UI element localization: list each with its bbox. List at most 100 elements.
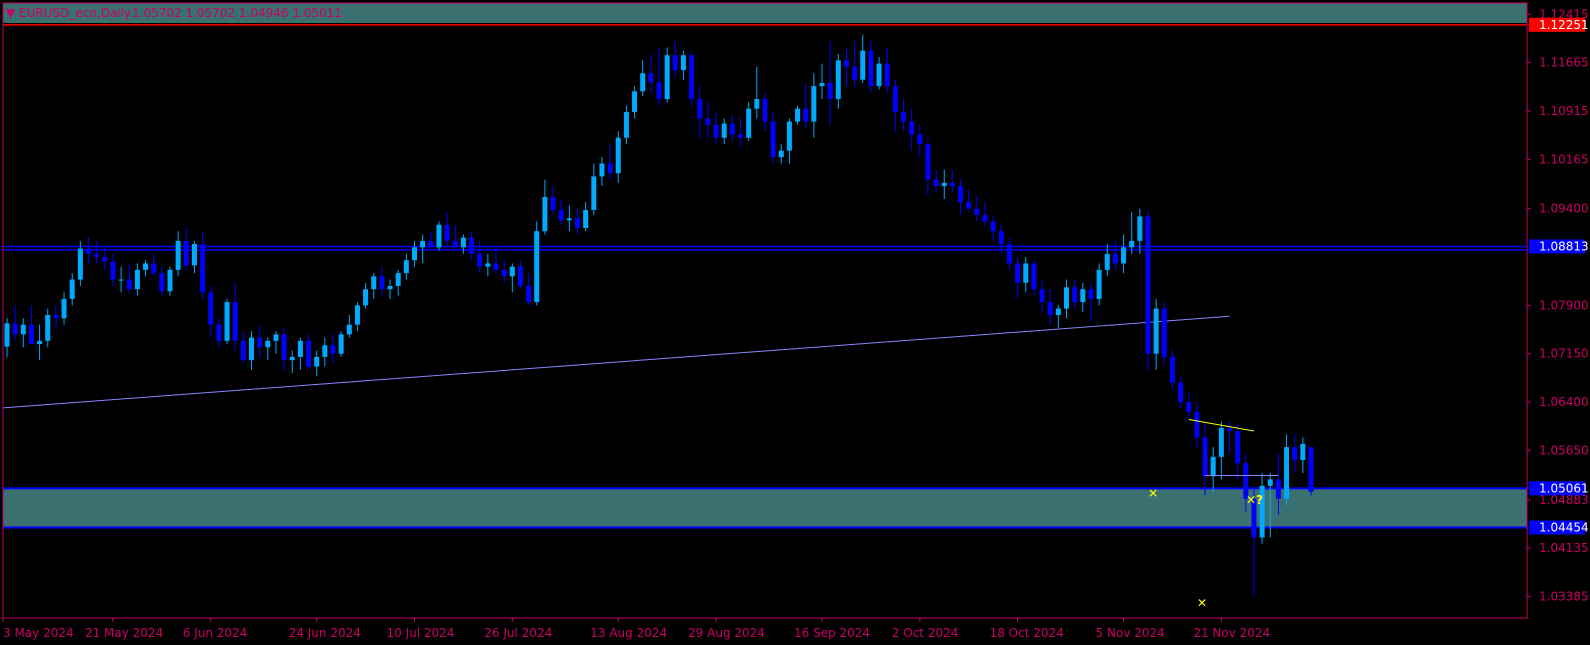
- candle: [216, 324, 222, 341]
- candle: [1055, 308, 1061, 316]
- candle: [53, 315, 59, 319]
- candle: [958, 186, 964, 203]
- candle: [566, 218, 572, 221]
- candle: [4, 323, 10, 347]
- candle: [990, 221, 996, 232]
- candle: [493, 263, 499, 270]
- candle: [1284, 447, 1290, 499]
- x-tick-label: 21 Nov 2024: [1193, 626, 1270, 640]
- candle: [45, 315, 51, 341]
- candle: [143, 263, 149, 270]
- header-arrow-icon[interactable]: ▼: [6, 6, 16, 20]
- candle: [509, 266, 515, 277]
- candle: [558, 209, 564, 221]
- y-tick-label: 1.09400: [1539, 202, 1589, 216]
- candle: [860, 50, 866, 80]
- support-zone: [3, 488, 1527, 528]
- price-chart[interactable]: ▼ EURUSD_ecn,Daily 1.05702 1.05702 1.049…: [0, 0, 1590, 645]
- candle: [909, 121, 915, 135]
- chart-marker: ✕?: [1246, 493, 1263, 507]
- candle: [1039, 289, 1045, 303]
- candle: [151, 263, 157, 274]
- candle: [28, 324, 34, 345]
- candle: [901, 111, 906, 122]
- candle: [322, 345, 328, 357]
- header-ohlc: 1.05702 1.05702 1.04946 1.05011: [132, 6, 342, 20]
- candle: [314, 356, 320, 367]
- candle: [118, 279, 124, 281]
- candle: [330, 345, 336, 354]
- candle: [257, 337, 263, 348]
- candle: [297, 340, 303, 357]
- candle: [12, 323, 18, 335]
- candle: [102, 256, 108, 262]
- candle: [86, 248, 91, 254]
- candle: [191, 244, 197, 266]
- x-tick-label: 16 Sep 2024: [794, 626, 870, 640]
- candle: [412, 247, 417, 261]
- candle: [599, 163, 605, 177]
- candle: [159, 273, 165, 292]
- candle: [1308, 447, 1314, 492]
- candle: [134, 269, 140, 290]
- candle: [1202, 437, 1208, 477]
- y-tick-label: 1.10165: [1539, 152, 1589, 166]
- candle: [1145, 216, 1151, 354]
- candle: [1169, 356, 1175, 383]
- price-tag-label: 1.08813: [1539, 239, 1589, 253]
- candle: [485, 263, 491, 267]
- y-tick-label: 1.05650: [1539, 443, 1589, 457]
- candle: [240, 340, 246, 361]
- candle: [852, 66, 858, 80]
- x-tick-label: 2 Oct 2024: [892, 626, 959, 640]
- candle: [444, 224, 450, 241]
- x-tick-label: 10 Jul 2024: [387, 626, 455, 640]
- candle: [265, 340, 271, 348]
- candle: [778, 150, 784, 158]
- y-tick-label: 1.03385: [1539, 589, 1589, 603]
- candle: [632, 91, 638, 112]
- candle: [289, 356, 295, 361]
- candle: [175, 240, 181, 270]
- candle: [1047, 302, 1053, 316]
- candle: [876, 63, 882, 87]
- candle: [1112, 253, 1118, 264]
- candle: [1031, 263, 1037, 290]
- chart-marker: ✕: [1197, 596, 1207, 610]
- candle: [281, 334, 287, 361]
- candle: [517, 266, 523, 287]
- header-symbol: EURUSD_ecn,Daily: [19, 6, 131, 20]
- candle: [982, 215, 988, 222]
- candle: [1096, 269, 1102, 299]
- candle: [583, 209, 589, 228]
- candle: [721, 123, 727, 138]
- y-tick-label: 1.11665: [1539, 56, 1589, 70]
- y-tick-label: 1.04135: [1539, 541, 1589, 555]
- candle: [819, 82, 825, 87]
- y-tick-label: 1.10915: [1539, 104, 1589, 118]
- candle: [933, 179, 939, 187]
- x-tick-label: 13 Aug 2024: [590, 626, 667, 640]
- candle: [1178, 382, 1184, 403]
- candle: [273, 334, 279, 341]
- candle: [183, 240, 189, 266]
- x-tick-label: 3 May 2024: [3, 626, 74, 640]
- x-tick-label: 24 Jun 2024: [289, 626, 361, 640]
- candle: [363, 289, 369, 306]
- candle: [648, 73, 654, 83]
- candle: [1104, 253, 1110, 270]
- candle: [420, 240, 426, 248]
- candle: [110, 261, 116, 280]
- candle: [591, 176, 597, 210]
- candle: [1153, 308, 1159, 354]
- candle: [1186, 402, 1192, 412]
- candle: [61, 298, 67, 319]
- candle: [1194, 411, 1200, 438]
- x-tick-label: 26 Jul 2024: [484, 626, 552, 640]
- candle: [1292, 447, 1298, 461]
- candle: [379, 276, 385, 290]
- candle: [436, 224, 442, 248]
- price-tag-label: 1.12251: [1539, 18, 1589, 32]
- candle: [306, 340, 312, 367]
- candle: [1210, 456, 1216, 477]
